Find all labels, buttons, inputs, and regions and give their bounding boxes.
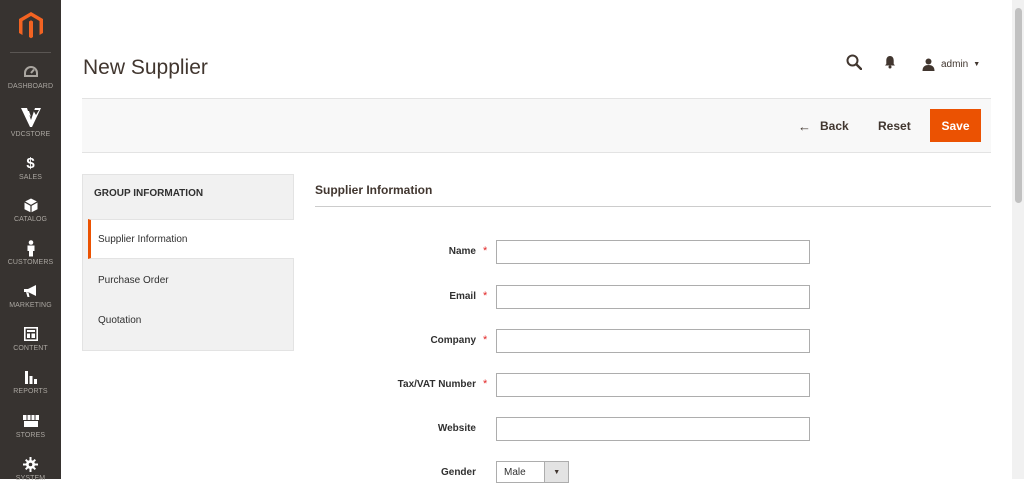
tax-vat-label: Tax/VAT Number: [397, 379, 476, 390]
name-label: Name: [448, 246, 476, 257]
person-icon: [26, 238, 36, 258]
sidebar-item-system[interactable]: SYSTEM: [0, 454, 61, 498]
chevron-down-icon: ▼: [973, 60, 981, 68]
user-icon: [922, 58, 935, 71]
sidebar-item-sales[interactable]: $ SALES: [0, 153, 61, 197]
sidebar-item-label: REPORTS: [13, 388, 48, 395]
email-label: Email: [449, 291, 476, 302]
search-icon: [846, 54, 863, 75]
sidebar-item-label: SALES: [18, 174, 43, 181]
sidebar-item-reports[interactable]: REPORTS: [0, 367, 61, 411]
tab-supplier-information[interactable]: Supplier Information: [88, 219, 294, 259]
sidebar-item-label: CATALOG: [13, 216, 48, 223]
sidebar-item-content[interactable]: CONTENT: [0, 324, 61, 368]
vdcstore-icon: [20, 104, 42, 130]
group-information-panel: GROUP INFORMATION Supplier Information P…: [82, 174, 294, 351]
company-field[interactable]: [496, 329, 810, 353]
website-label: Website: [437, 423, 476, 434]
sidebar-item-marketing[interactable]: MARKETING: [0, 281, 61, 325]
magento-logo[interactable]: [0, 0, 61, 52]
sidebar-item-vdcstore[interactable]: VDCSTORE: [0, 104, 61, 148]
bell-icon: [884, 55, 896, 74]
page-scrollbar[interactable]: [1012, 0, 1024, 479]
website-field[interactable]: [496, 417, 810, 441]
sidebar-item-label: CONTENT: [13, 345, 48, 352]
search-button[interactable]: [846, 52, 866, 76]
gender-select[interactable]: Male ▼: [496, 461, 569, 483]
tax-vat-field[interactable]: [496, 373, 810, 397]
megaphone-icon: [23, 281, 39, 301]
required-marker: *: [483, 290, 488, 302]
arrow-left-icon: ←: [798, 118, 811, 134]
bar-chart-icon: [24, 367, 38, 387]
dollar-icon: $: [26, 154, 35, 172]
sidebar-item-label: VDCSTORE: [10, 131, 51, 138]
sidebar-item-catalog[interactable]: CATALOG: [0, 195, 61, 239]
save-button[interactable]: Save: [930, 109, 981, 142]
admin-sidebar: DASHBOARD VDCSTORE $ SALES CATALOG CUSTO…: [0, 0, 61, 482]
store-icon: [22, 411, 40, 431]
logo-divider: [10, 52, 51, 53]
section-divider: [315, 206, 991, 207]
gear-icon: [23, 454, 38, 474]
required-marker: *: [483, 245, 488, 257]
company-label: Company: [430, 335, 476, 346]
sidebar-item-label: CUSTOMERS: [7, 259, 54, 266]
section-title: Supplier Information: [315, 183, 433, 197]
sidebar-item-label: STORES: [15, 432, 46, 439]
name-field[interactable]: [496, 240, 810, 264]
gender-label: Gender: [440, 467, 476, 478]
group-information-title[interactable]: GROUP INFORMATION: [94, 188, 203, 199]
dashboard-icon: [23, 62, 38, 82]
tab-quotation[interactable]: Quotation: [88, 300, 294, 340]
sidebar-item-label: DASHBOARD: [7, 83, 54, 90]
user-menu[interactable]: admin ▼: [922, 52, 988, 76]
tab-purchase-order[interactable]: Purchase Order: [88, 260, 294, 300]
scrollbar-thumb[interactable]: [1015, 8, 1022, 203]
sidebar-item-label: MARKETING: [9, 302, 52, 309]
notifications-button[interactable]: [884, 52, 904, 76]
email-field[interactable]: [496, 285, 810, 309]
page-actions-bar: ← Back Reset Save: [82, 98, 991, 153]
back-label: Back: [820, 119, 849, 133]
reset-button[interactable]: Reset: [878, 116, 911, 136]
cube-icon: [23, 195, 38, 215]
gender-selected-value: Male: [504, 466, 526, 478]
required-marker: *: [483, 378, 488, 390]
page-title: New Supplier: [83, 56, 208, 79]
chevron-down-icon: ▼: [544, 462, 568, 482]
required-marker: *: [483, 334, 488, 346]
content-icon: [23, 324, 38, 344]
sidebar-item-customers[interactable]: CUSTOMERS: [0, 238, 61, 282]
back-button[interactable]: ← Back: [798, 116, 849, 136]
sidebar-item-stores[interactable]: STORES: [0, 411, 61, 455]
user-name: admin: [941, 58, 969, 70]
sidebar-item-dashboard[interactable]: DASHBOARD: [0, 62, 61, 106]
